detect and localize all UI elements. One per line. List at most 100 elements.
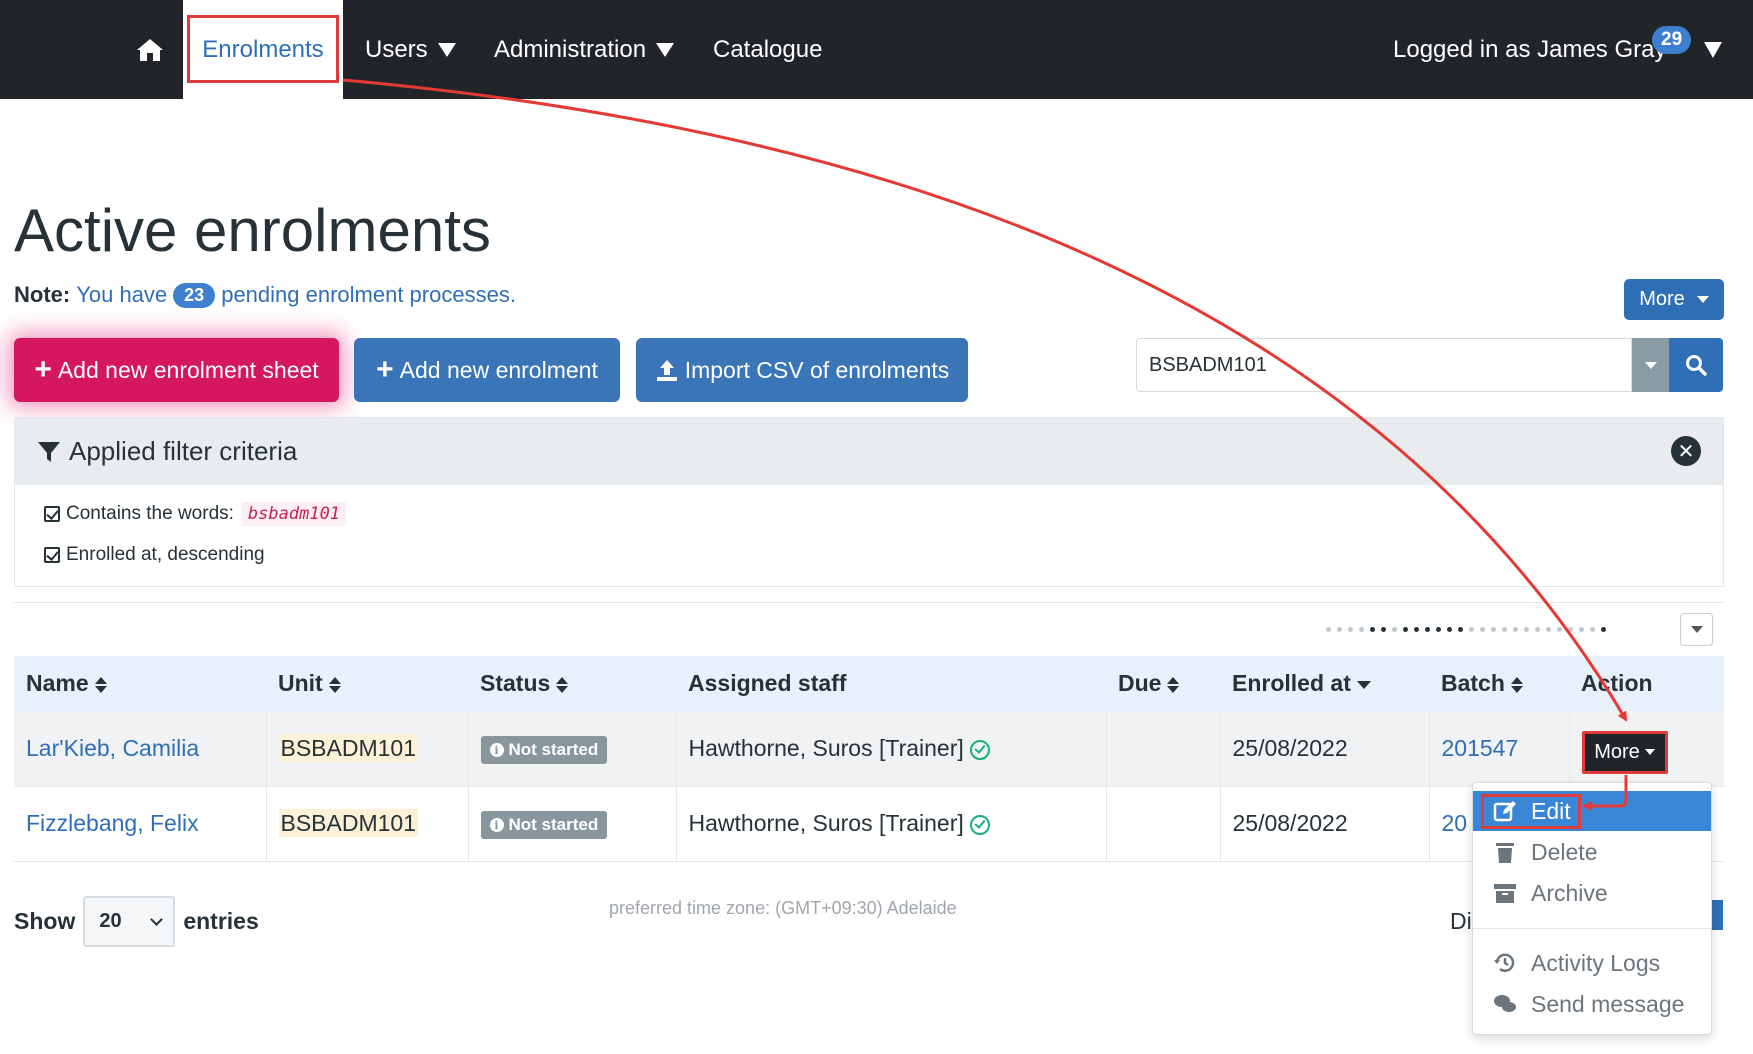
pending-note: Note: You have 23 pending enrolment proc…: [14, 282, 516, 308]
table-row: Lar'Kieb, Camilia BSBADM101 i Not started…: [14, 711, 1724, 787]
search-icon: [1686, 355, 1707, 376]
menu-item-send-message-label: Send message: [1531, 990, 1685, 1017]
nav-administration[interactable]: Administration: [494, 0, 675, 99]
page-title: Active enrolments: [14, 197, 491, 264]
col-header-action: Action: [1569, 656, 1724, 711]
table-row: Fizzlebang, Felix BSBADM101 i Not started…: [14, 786, 1724, 862]
dot: [1535, 627, 1540, 632]
add-enrolment-sheet-button[interactable]: + Add new enrolment sheet: [14, 338, 339, 402]
search-options-toggle[interactable]: [1632, 338, 1669, 392]
caret-down-icon: [1644, 749, 1655, 756]
comments-icon: [1494, 995, 1516, 1012]
search-button[interactable]: [1669, 338, 1723, 392]
sort-desc-icon: [1356, 680, 1371, 689]
dot: [1392, 627, 1397, 632]
row-more-button[interactable]: More: [1581, 730, 1668, 774]
caret-down-icon: [437, 42, 456, 57]
row-actions-menu: Edit Delete Archive Activity Logs Send m…: [1472, 782, 1712, 1035]
home-icon[interactable]: [134, 0, 166, 99]
learner-name-link[interactable]: Fizzlebang, Felix: [26, 810, 199, 836]
caret-down-icon: [1696, 296, 1709, 303]
note-prefix: Note:: [14, 282, 71, 307]
menu-item-activity-logs[interactable]: Activity Logs: [1473, 943, 1711, 983]
column-scroll-indicator[interactable]: [1326, 627, 1606, 632]
enrolled-date: 25/08/2022: [1232, 810, 1348, 836]
filter-panel: Applied filter criteria ✕ Contains the w…: [14, 417, 1724, 587]
import-csv-button[interactable]: Import CSV of enrolments: [636, 338, 968, 402]
plus-icon: +: [376, 353, 394, 386]
enrolments-table: Name Unit Status Assigned staff Due Enro…: [14, 656, 1724, 862]
menu-item-activity-logs-label: Activity Logs: [1531, 949, 1661, 976]
notification-badge[interactable]: 29: [1652, 26, 1692, 54]
user-caret-icon[interactable]: [1704, 42, 1722, 58]
row-more-label: More: [1594, 740, 1640, 763]
pending-count-badge[interactable]: 23: [173, 282, 216, 308]
truncated-text: Di: [1450, 908, 1472, 934]
more-label: More: [1639, 288, 1685, 310]
col-header-unit-label: Unit: [278, 670, 323, 696]
batch-link[interactable]: 201547: [1442, 735, 1519, 761]
add-enrolment-label: Add new enrolment: [399, 356, 598, 383]
nav-users-label: Users: [365, 35, 428, 63]
clear-filter-icon[interactable]: ✕: [1671, 436, 1701, 466]
dot: [1447, 627, 1452, 632]
dot: [1348, 627, 1353, 632]
checkbox-icon: [44, 547, 60, 563]
filter-panel-header: Applied filter criteria: [15, 418, 1723, 485]
batch-link[interactable]: 20: [1442, 810, 1468, 836]
user-menu-label: Logged in as James Gray: [1393, 35, 1667, 63]
status-label: Not started: [508, 740, 599, 759]
dot: [1403, 627, 1408, 632]
annotation-highlight-box: [1481, 794, 1581, 829]
col-header-staff-label: Assigned staff: [688, 670, 847, 696]
dot: [1480, 627, 1485, 632]
import-csv-label: Import CSV of enrolments: [684, 356, 950, 383]
add-enrolment-button[interactable]: + Add new enrolment: [354, 338, 620, 402]
contains-label: Contains the words:: [66, 503, 234, 524]
sort-icon: [328, 676, 341, 693]
divider: [14, 602, 1724, 603]
page-size-select[interactable]: 20: [83, 896, 176, 947]
more-dropdown-button[interactable]: More: [1624, 279, 1724, 320]
col-header-enrolled[interactable]: Enrolled at: [1220, 656, 1429, 711]
nav-catalogue[interactable]: Catalogue: [713, 0, 822, 99]
add-sheet-label: Add new enrolment sheet: [57, 356, 319, 383]
plus-icon: +: [34, 353, 52, 386]
nav-users[interactable]: Users: [365, 0, 456, 99]
sort-icon: [1167, 676, 1180, 693]
dot: [1579, 627, 1584, 632]
history-icon: [1494, 953, 1515, 972]
col-header-unit[interactable]: Unit: [266, 656, 468, 711]
menu-item-archive[interactable]: Archive: [1473, 873, 1711, 913]
menu-item-edit[interactable]: Edit: [1473, 791, 1711, 831]
dot: [1381, 627, 1386, 632]
search-input[interactable]: [1136, 338, 1632, 392]
menu-item-delete-label: Delete: [1531, 838, 1598, 865]
col-header-name[interactable]: Name: [14, 656, 266, 711]
menu-item-delete[interactable]: Delete: [1473, 832, 1711, 872]
col-header-due[interactable]: Due: [1106, 656, 1220, 711]
sort-label: Enrolled at, descending: [66, 544, 265, 565]
dot: [1557, 627, 1562, 632]
note-link-after[interactable]: pending enrolment processes.: [221, 282, 516, 308]
status-badge: i Not started: [480, 811, 608, 840]
menu-item-send-message[interactable]: Send message: [1473, 984, 1711, 1024]
dot: [1469, 627, 1474, 632]
caret-down-icon: [1644, 361, 1657, 369]
dot: [1370, 627, 1375, 632]
note-link-before[interactable]: You have: [76, 282, 167, 308]
column-toggle-button[interactable]: [1680, 613, 1713, 646]
learner-name-link[interactable]: Lar'Kieb, Camilia: [26, 735, 199, 761]
filter-criterion-sort: Enrolled at, descending: [44, 544, 265, 566]
sort-icon: [94, 676, 107, 693]
contains-value: bsbadm101: [241, 502, 347, 526]
table-header-row: Name Unit Status Assigned staff Due Enro…: [14, 656, 1724, 711]
entries-label: entries: [183, 908, 259, 934]
col-header-status[interactable]: Status: [468, 656, 676, 711]
col-header-batch[interactable]: Batch: [1429, 656, 1569, 711]
user-menu[interactable]: Logged in as James Gray: [1393, 0, 1666, 99]
dot: [1502, 627, 1507, 632]
filter-title: Applied filter criteria: [69, 436, 298, 466]
dot: [1513, 627, 1518, 632]
nav-enrolments[interactable]: Enrolments: [183, 0, 343, 99]
